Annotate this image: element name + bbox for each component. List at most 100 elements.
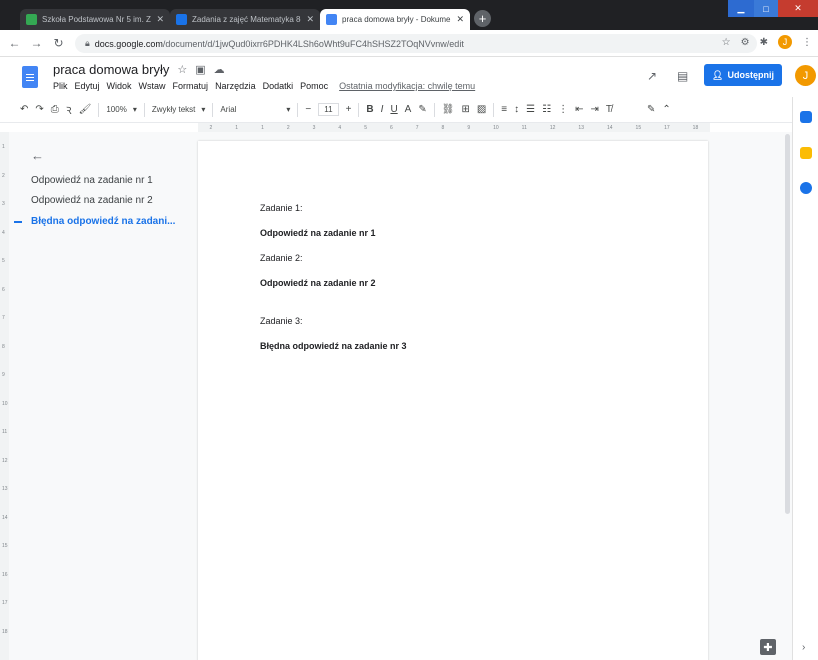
clear-formatting-icon[interactable]: T̸	[606, 104, 612, 115]
docs-logo-icon[interactable]	[22, 66, 38, 88]
browser-tab-active[interactable]: praca domowa bryły - Dokument ✕	[320, 9, 470, 30]
move-folder-icon[interactable]: ▣	[195, 63, 205, 76]
menu-bar: Plik Edytuj Widok Wstaw Formatuj Narzędz…	[53, 81, 475, 91]
vertical-scrollbar[interactable]	[783, 132, 792, 660]
paragraph[interactable]: Zadanie 1:	[260, 203, 303, 213]
star-icon[interactable]: ☆	[722, 37, 731, 48]
expand-panel-icon[interactable]: ›	[802, 642, 805, 653]
new-tab-button[interactable]: +	[474, 10, 491, 27]
editing-mode-icon[interactable]: ✎	[647, 104, 655, 115]
reload-icon[interactable]: ↻	[50, 36, 67, 50]
close-outline-icon[interactable]: ←	[31, 148, 44, 163]
url-host: docs.google.com	[94, 38, 163, 49]
highlight-icon[interactable]: ✎	[418, 104, 426, 115]
classroom-favicon-icon	[176, 14, 187, 25]
style-select[interactable]: Zwykły tekst ▾	[152, 105, 206, 114]
vertical-ruler[interactable]: 1 2 3 4 5 6 7 8 9 10 11 12 13 14 15 16 17 18	[0, 132, 9, 660]
more-icon[interactable]: ⋮	[802, 37, 812, 48]
paragraph[interactable]: Zadanie 2:	[260, 253, 303, 263]
url-field[interactable]: 🔒︎ docs.google.com/document/d/1jwQud0ixr…	[75, 34, 757, 53]
image-icon[interactable]: ▨	[477, 104, 486, 115]
close-tab-icon[interactable]: ✕	[156, 14, 164, 25]
decrease-font-size-button[interactable]: −	[305, 104, 311, 115]
checklist-icon[interactable]: ☰	[526, 104, 535, 115]
font-size-field[interactable]: 11	[318, 103, 339, 116]
activity-trend-icon[interactable]: ↗	[647, 69, 657, 83]
menu-item[interactable]: Plik	[53, 81, 68, 91]
link-icon[interactable]: ⛓	[442, 104, 455, 115]
outline-item[interactable]: Odpowiedź na zadanie nr 2	[31, 195, 153, 206]
italic-icon[interactable]: I	[381, 104, 384, 115]
heading[interactable]: Błędna odpowiedź na zadanie nr 3	[260, 341, 407, 351]
formatting-toolbar: ↶ ↷ ⎙ Ꝛ 🖌︎ 100% ▾ Zwykły tekst ▾ Arial ▾ − …	[0, 97, 792, 123]
menu-item[interactable]: Formatuj	[173, 81, 209, 91]
spellcheck-icon[interactable]: Ꝛ	[66, 103, 72, 117]
zoom-select[interactable]: 100% ▾	[106, 105, 136, 114]
close-tab-icon[interactable]: ✕	[456, 14, 464, 25]
document-title[interactable]: praca domowa bryły	[53, 62, 169, 77]
paragraph[interactable]: Zadanie 3:	[260, 316, 303, 326]
align-icon[interactable]: ≡	[501, 104, 507, 115]
heading[interactable]: Odpowiedź na zadanie nr 2	[260, 278, 376, 288]
bulleted-list-icon[interactable]: ☷	[542, 104, 551, 115]
divider	[212, 102, 214, 117]
tab-title: Zadania z zajęć Matematyka 8c	[192, 15, 302, 24]
ruler-tick-label: 10	[493, 124, 499, 131]
menu-item[interactable]: Narzędzia	[215, 81, 256, 91]
puzzle-icon[interactable]: ✱	[760, 37, 768, 48]
decrease-indent-icon[interactable]: ⇤	[575, 104, 583, 115]
share-label: Udostępnij	[727, 70, 774, 80]
collapse-toolbar-icon[interactable]: ⌃	[662, 104, 670, 115]
browser-tab[interactable]: Szkoła Podstawowa Nr 5 im. Zof ✕	[20, 9, 170, 30]
account-avatar[interactable]: J	[795, 65, 816, 86]
heading[interactable]: Odpowiedź na zadanie nr 1	[260, 228, 376, 238]
last-modified-link[interactable]: Ostatnia modyfikacja: chwilę temu	[339, 81, 475, 91]
keep-icon[interactable]	[800, 147, 812, 159]
extension-icon[interactable]: ⚙	[741, 37, 750, 48]
redo-icon[interactable]: ↷	[35, 104, 43, 115]
menu-item[interactable]: Dodatki	[263, 81, 294, 91]
tasks-icon[interactable]	[800, 182, 812, 194]
bold-icon[interactable]: B	[366, 104, 373, 115]
scrollbar-thumb[interactable]	[785, 134, 790, 514]
paint-format-icon[interactable]: 🖌︎	[79, 104, 92, 115]
profile-avatar[interactable]: J	[778, 35, 792, 49]
comments-icon[interactable]: ▤	[677, 69, 688, 83]
window-controls: ▁ □ ✕	[728, 0, 818, 17]
print-icon[interactable]: ⎙	[51, 104, 59, 115]
share-button[interactable]: 👤︎ Udostępnij	[704, 64, 782, 86]
minimize-icon[interactable]: ▁	[728, 0, 754, 17]
font-select[interactable]: Arial ▾	[220, 105, 290, 114]
style-value: Zwykły tekst	[151, 105, 196, 114]
increase-indent-icon[interactable]: ⇥	[590, 104, 598, 115]
ruler-tick-label: 8	[2, 343, 5, 350]
font-value: Arial	[220, 105, 237, 114]
close-tab-icon[interactable]: ✕	[306, 14, 314, 25]
horizontal-ruler[interactable]: 2 1 1 2 3 4 5 6 7 8 9 10 11 12 13 14 15 17 18	[198, 123, 710, 132]
menu-item[interactable]: Wstaw	[139, 81, 166, 91]
maximize-icon[interactable]: □	[754, 0, 778, 17]
line-spacing-icon[interactable]: ↕	[514, 104, 519, 115]
menu-item[interactable]: Widok	[107, 81, 132, 91]
document-page[interactable]: Zadanie 1: Odpowiedź na zadanie nr 1 Zad…	[198, 141, 708, 660]
comment-icon[interactable]: ⊞	[461, 104, 469, 115]
increase-font-size-button[interactable]: +	[346, 104, 352, 115]
underline-icon[interactable]: U	[390, 104, 397, 115]
undo-icon[interactable]: ↶	[20, 104, 28, 115]
explore-button[interactable]: ✚	[760, 639, 776, 655]
menu-item[interactable]: Pomoc	[300, 81, 328, 91]
outline-item[interactable]: Odpowiedź na zadanie nr 1	[31, 175, 153, 186]
numbered-list-icon[interactable]: ⋮	[558, 104, 568, 115]
url-path: /document/d/1jwQud0ixrr6PDHK4LSh6oWht9uF…	[162, 38, 464, 49]
forward-icon[interactable]: →	[28, 36, 45, 50]
star-icon[interactable]: ☆	[177, 63, 187, 76]
back-icon[interactable]: ←	[6, 36, 23, 50]
calendar-icon[interactable]	[800, 111, 812, 123]
browser-tab[interactable]: Zadania z zajęć Matematyka 8c ✕	[170, 9, 320, 30]
outline-item-active[interactable]: Błędna odpowiedź na zadani...	[31, 216, 175, 227]
close-window-icon[interactable]: ✕	[778, 0, 818, 17]
text-color-icon[interactable]: A	[405, 104, 412, 115]
ruler-tick-label: 11	[521, 124, 527, 131]
ruler-tick-label: 9	[467, 124, 471, 131]
menu-item[interactable]: Edytuj	[75, 81, 100, 91]
